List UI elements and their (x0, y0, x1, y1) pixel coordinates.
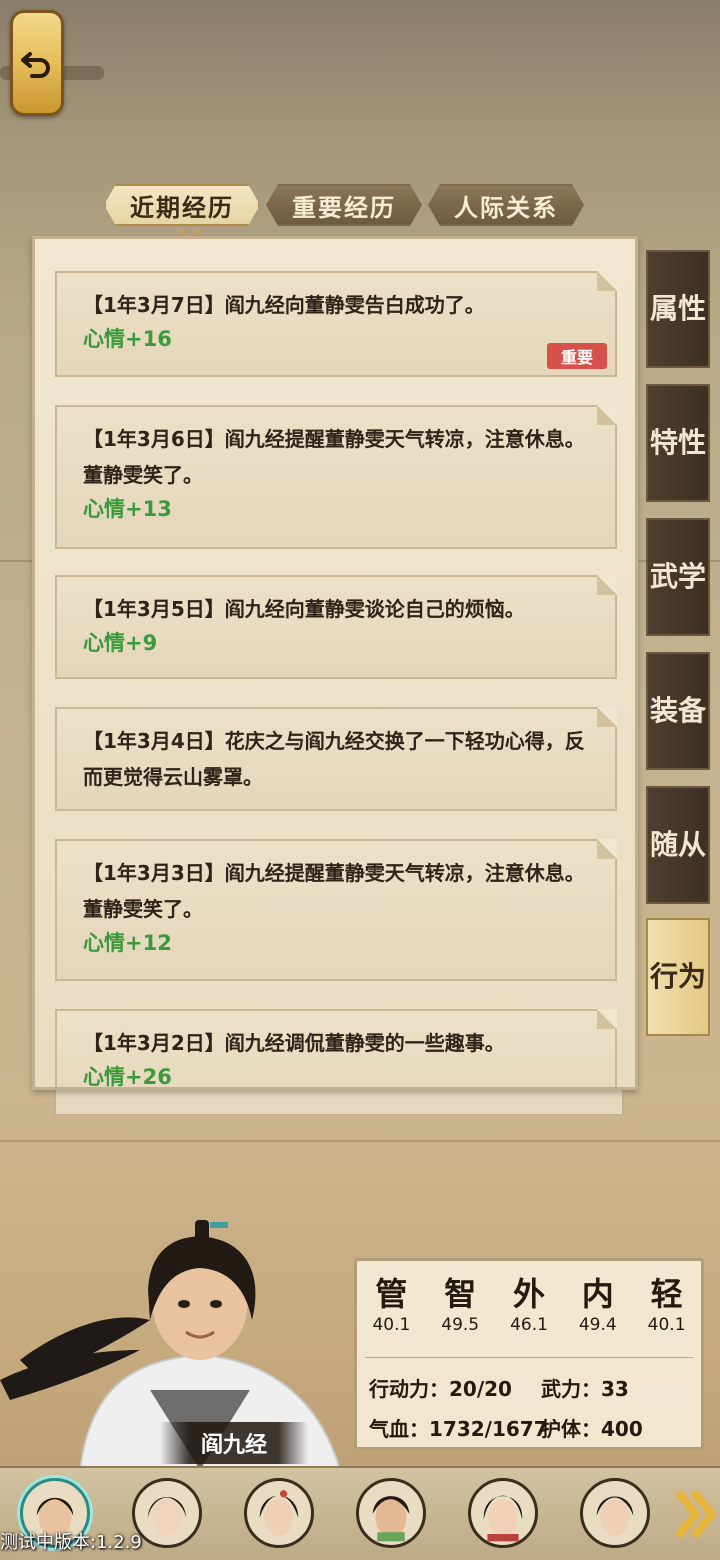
side-tab-behavior[interactable]: 行为 (646, 918, 710, 1036)
back-arrow-icon (21, 52, 50, 78)
mood-change: 心情+16 (83, 327, 172, 351)
version-label: 测试中版本:1.2.9 (0, 1532, 142, 1553)
side-tab-equipment[interactable]: 装备 (646, 652, 710, 770)
corner-fold (597, 707, 617, 727)
next-arrow-icon[interactable] (672, 1484, 716, 1544)
guard-value: 护体：400 (541, 1417, 643, 1441)
attr-management: 管 40.1 (357, 1269, 426, 1335)
action-points: 行动力：20/20 (369, 1377, 512, 1401)
entry-text: 【1年3月3日】阎九经提醒董静雯天气转凉，注意休息。董静雯笑了。 (83, 861, 585, 921)
list-item: 【1年3月2日】阎九经调侃董静雯的一些趣事。 心情+26 (55, 1009, 617, 1089)
entry-text: 【1年3月6日】阎九经提醒董静雯天气转凉，注意休息。董静雯笑了。 (83, 427, 585, 487)
side-tab-traits[interactable]: 特性 (646, 384, 710, 502)
corner-fold (597, 271, 617, 291)
attr-value: 49.5 (441, 1315, 480, 1335)
side-tab-attributes[interactable]: 属性 (646, 250, 710, 368)
attr-external: 外 46.1 (495, 1269, 564, 1335)
tab-recent-experience[interactable]: 近期经历 (104, 184, 260, 226)
avatar[interactable] (356, 1478, 426, 1548)
attr-name: 智 (444, 1275, 477, 1313)
list-item: 【1年3月7日】阎九经向董静雯告白成功了。 心情+16 重要 (55, 271, 617, 377)
tab-important-experience[interactable]: 重要经历 (266, 184, 422, 226)
attr-internal: 内 49.4 (563, 1269, 632, 1335)
attr-name: 管 (375, 1275, 408, 1313)
list-item: 【1年3月5日】阎九经向董静雯谈论自己的烦恼。 心情+9 (55, 575, 617, 679)
attr-name: 内 (581, 1275, 614, 1313)
attr-value: 40.1 (647, 1315, 686, 1335)
entry-text: 【1年3月7日】阎九经向董静雯告白成功了。 (83, 293, 485, 317)
side-tab-followers[interactable]: 随从 (646, 786, 710, 904)
entry-text: 【1年3月5日】阎九经向董静雯谈论自己的烦恼。 (83, 597, 525, 621)
corner-fold (597, 839, 617, 859)
mood-change: 心情+9 (83, 631, 158, 655)
mood-change: 心情+26 (83, 1065, 172, 1089)
avatar[interactable] (244, 1478, 314, 1548)
attr-agility: 轻 40.1 (632, 1269, 701, 1335)
corner-fold (597, 405, 617, 425)
attr-name: 外 (512, 1275, 545, 1313)
tab-bar: 近期经历 重要经历 人际关系 (104, 184, 584, 228)
force-value: 武力：33 (541, 1377, 629, 1401)
avatar[interactable] (132, 1478, 202, 1548)
avatar[interactable] (580, 1478, 650, 1548)
attr-value: 40.1 (372, 1315, 411, 1335)
stats-panel: 管 40.1 智 49.5 外 46.1 内 49.4 轻 40.1 行动力：2… (354, 1258, 704, 1450)
hp-value: 气血：1732/1677 (369, 1417, 548, 1441)
entry-text: 【1年3月4日】花庆之与阎九经交换了一下轻功心得，反而更觉得云山雾罩。 (83, 729, 585, 789)
tab-relationships[interactable]: 人际关系 (428, 184, 584, 226)
attr-intelligence: 智 49.5 (426, 1269, 495, 1335)
list-item: 【1年3月6日】阎九经提醒董静雯天气转凉，注意休息。董静雯笑了。 心情+13 (55, 405, 617, 549)
attr-name: 轻 (650, 1275, 683, 1313)
attr-value: 46.1 (510, 1315, 548, 1335)
entry-text: 【1年3月2日】阎九经调侃董静雯的一些趣事。 (83, 1031, 505, 1055)
divider (365, 1357, 693, 1358)
avatar[interactable] (468, 1478, 538, 1548)
mood-change: 心情+12 (83, 931, 172, 955)
corner-fold (597, 1009, 617, 1029)
character-name: 阎九经 (160, 1422, 308, 1464)
important-badge: 重要 (547, 343, 607, 369)
experience-panel[interactable]: 【1年3月7日】阎九经向董静雯告白成功了。 心情+16 重要 【1年3月6日】阎… (32, 236, 638, 1090)
side-tab-martial-arts[interactable]: 武学 (646, 518, 710, 636)
corner-fold (597, 575, 617, 595)
list-item: 【1年3月4日】花庆之与阎九经交换了一下轻功心得，反而更觉得云山雾罩。 (55, 707, 617, 811)
list-item: 【1年3月3日】阎九经提醒董静雯天气转凉，注意休息。董静雯笑了。 心情+12 (55, 839, 617, 981)
attr-value: 49.4 (578, 1315, 617, 1335)
mood-change: 心情+13 (83, 497, 172, 521)
back-button[interactable] (10, 10, 64, 116)
panel-shadow (54, 1090, 624, 1116)
